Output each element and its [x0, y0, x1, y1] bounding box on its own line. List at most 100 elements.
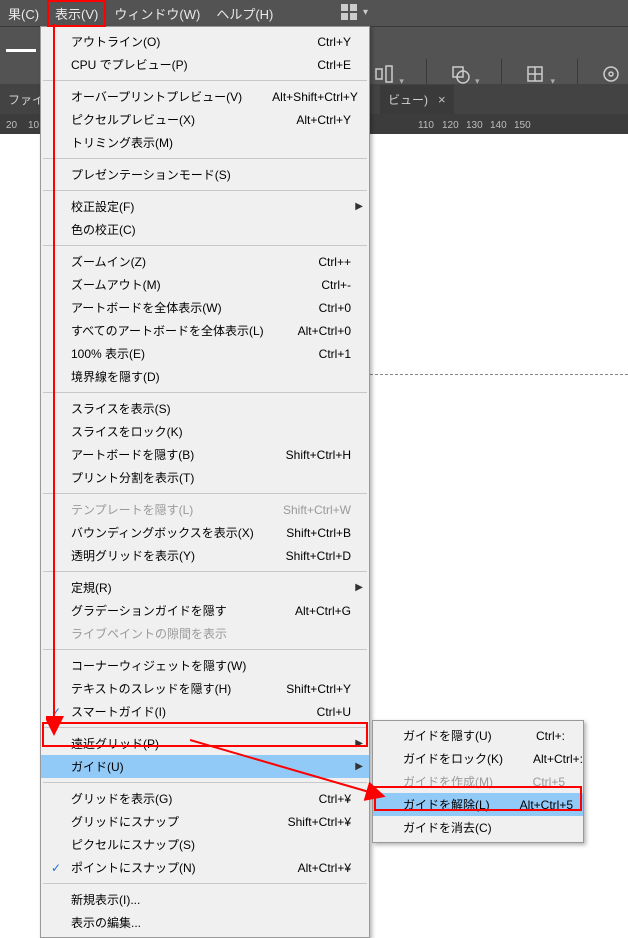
- menu-view-item[interactable]: 遠近グリッド(P)▶: [41, 732, 369, 755]
- align-tool[interactable]: [373, 63, 395, 85]
- menu-view-item[interactable]: 透明グリッドを表示(Y)Shift+Ctrl+D: [41, 544, 369, 567]
- menu-separator: [43, 80, 367, 81]
- menu-item-label: 透明グリッドを表示(Y): [71, 547, 195, 564]
- menu-view-item[interactable]: グリッドを表示(G)Ctrl+¥: [41, 787, 369, 810]
- menu-item-label: CPU でプレビュー(P): [71, 56, 188, 73]
- ruler-label: 10: [28, 120, 39, 131]
- menu-item-label: ガイドを隠す(U): [403, 727, 492, 744]
- menu-separator: [43, 883, 367, 884]
- menu-item-label: テンプレートを隠す(L): [71, 501, 193, 518]
- close-icon[interactable]: ×: [438, 92, 446, 107]
- menu-view-item[interactable]: すべてのアートボードを全体表示(L)Alt+Ctrl+0: [41, 319, 369, 342]
- menu-view-item[interactable]: ズームアウト(M)Ctrl+-: [41, 273, 369, 296]
- menu-item-label: スマートガイド(I): [71, 703, 166, 720]
- menu-item-label: ガイド(U): [71, 758, 124, 775]
- menu-item-label: プリント分割を表示(T): [71, 469, 194, 486]
- menu-view-item[interactable]: アートボードを全体表示(W)Ctrl+0: [41, 296, 369, 319]
- submenu-arrow-icon: ▶: [355, 201, 363, 212]
- menu-view-item[interactable]: ガイド(U)▶: [41, 755, 369, 778]
- submenu-arrow-icon: ▶: [355, 582, 363, 593]
- menu-item-accelerator: Ctrl+Y: [287, 35, 351, 49]
- menu-item-accelerator: Shift+Ctrl+W: [253, 503, 351, 517]
- menu-item-accelerator: Alt+Ctrl+:: [503, 752, 583, 766]
- menu-view-item[interactable]: プリント分割を表示(T): [41, 466, 369, 489]
- menu-view-item[interactable]: スマートガイド(I) Ctrl+U: [41, 700, 369, 723]
- menu-view-item[interactable]: 定規(R) ▶: [41, 576, 369, 599]
- menu-item-label: グリッドにスナップ: [71, 813, 179, 830]
- menu-view-item[interactable]: バウンディングボックスを表示(X)Shift+Ctrl+B: [41, 521, 369, 544]
- menu-item-label: ポイントにスナップ(N): [71, 859, 196, 876]
- menu-view-item[interactable]: グラデーションガイドを隠すAlt+Ctrl+G: [41, 599, 369, 622]
- transform-tool[interactable]: [524, 63, 546, 85]
- menu-view-item[interactable]: スライスを表示(S): [41, 397, 369, 420]
- menu-view-item[interactable]: アートボードを隠す(B)Shift+Ctrl+H: [41, 443, 369, 466]
- menu-item-accelerator: Alt+Shift+Ctrl+Y: [242, 90, 358, 104]
- menubar-item-partial[interactable]: 果(C): [0, 0, 47, 27]
- menubar-item-view[interactable]: 表示(V): [47, 0, 106, 27]
- menu-guide-item[interactable]: ガイドを解除(L)Alt+Ctrl+5: [373, 793, 583, 816]
- menubar-layout-switch[interactable]: ▾: [341, 4, 368, 20]
- menu-item-label: ライブペイントの隙間を表示: [71, 625, 227, 642]
- menu-view-item[interactable]: オーバープリントプレビュー(V)Alt+Shift+Ctrl+Y: [41, 85, 369, 108]
- menu-view-item[interactable]: ポイントにスナップ(N)Alt+Ctrl+¥: [41, 856, 369, 879]
- canvas-guide-line: [370, 374, 628, 375]
- menu-separator: [43, 245, 367, 246]
- menubar-item-help[interactable]: ヘルプ(H): [208, 0, 281, 27]
- chevron-down-icon: ▾: [363, 7, 368, 18]
- menu-view-item[interactable]: 色の校正(C): [41, 218, 369, 241]
- menu-separator: [43, 571, 367, 572]
- menu-item-label: 表示の編集...: [71, 914, 141, 931]
- menu-item-accelerator: Alt+Ctrl+G: [265, 604, 351, 618]
- menu-view-item: ライブペイントの隙間を表示: [41, 622, 369, 645]
- menu-item-label: 境界線を隠す(D): [71, 368, 160, 385]
- menu-view-item[interactable]: グリッドにスナップ Shift+Ctrl+¥: [41, 810, 369, 833]
- menu-view-item[interactable]: ズームイン(Z)Ctrl++: [41, 250, 369, 273]
- menubar-item-window[interactable]: ウィンドウ(W): [106, 0, 208, 27]
- menu-view-item[interactable]: プレゼンテーションモード(S): [41, 163, 369, 186]
- menu-view-item[interactable]: スライスをロック(K): [41, 420, 369, 443]
- menu-view-item[interactable]: テキストのスレッドを隠す(H)Shift+Ctrl+Y: [41, 677, 369, 700]
- menu-view-item[interactable]: トリミング表示(M): [41, 131, 369, 154]
- menu-view-item[interactable]: ピクセルプレビュー(X)Alt+Ctrl+Y: [41, 108, 369, 131]
- shape-tool[interactable]: [449, 63, 471, 85]
- menu-item-label: ガイドを解除(L): [403, 796, 490, 813]
- menu-item-label: グリッドを表示(G): [71, 790, 172, 807]
- menu-item-accelerator: Shift+Ctrl+¥: [258, 815, 351, 829]
- menu-guide-item[interactable]: ガイドをロック(K)Alt+Ctrl+:: [373, 747, 583, 770]
- menu-view-item[interactable]: アウトライン(O) Ctrl+Y: [41, 30, 369, 53]
- menu-item-label: スライスをロック(K): [71, 423, 183, 440]
- menu-item-accelerator: Alt+Ctrl+5: [490, 798, 573, 812]
- menu-item-label: ガイドを消去(C): [403, 819, 492, 836]
- menu-item-label: スライスを表示(S): [71, 400, 171, 417]
- menu-item-label: 定規(R): [71, 579, 112, 596]
- ruler-label: 140: [490, 120, 507, 131]
- doc-tab-active[interactable]: ビュー) ×: [380, 85, 454, 114]
- menu-view-item: テンプレートを隠す(L) Shift+Ctrl+W: [41, 498, 369, 521]
- menu-item-accelerator: Shift+Ctrl+B: [256, 526, 351, 540]
- menu-item-label: テキストのスレッドを隠す(H): [71, 680, 231, 697]
- menu-item-label: ズームアウト(M): [71, 276, 161, 293]
- menu-view-item[interactable]: ピクセルにスナップ(S): [41, 833, 369, 856]
- stroke-preview[interactable]: [6, 49, 36, 52]
- menu-separator: [43, 493, 367, 494]
- menu-separator: [43, 649, 367, 650]
- menu-view-item[interactable]: 表示の編集...: [41, 911, 369, 934]
- menu-view-item[interactable]: コーナーウィジェットを隠す(W): [41, 654, 369, 677]
- isolate-tool[interactable]: [600, 63, 622, 85]
- menu-guide-item[interactable]: ガイドを消去(C): [373, 816, 583, 839]
- menu-view-item[interactable]: 境界線を隠す(D): [41, 365, 369, 388]
- ruler-label: 110: [418, 120, 434, 131]
- menu-item-label: トリミング表示(M): [71, 134, 173, 151]
- ruler-label: 20: [6, 120, 17, 131]
- menu-item-label: ガイドをロック(K): [403, 750, 503, 767]
- menu-item-label: アウトライン(O): [71, 33, 160, 50]
- menu-item-label: 新規表示(I)...: [71, 891, 140, 908]
- menu-view-item[interactable]: 新規表示(I)...: [41, 888, 369, 911]
- menu-view-item[interactable]: CPU でプレビュー(P)Ctrl+E: [41, 53, 369, 76]
- menu-view-item[interactable]: 校正設定(F)▶: [41, 195, 369, 218]
- menu-view-item[interactable]: 100% 表示(E)Ctrl+1: [41, 342, 369, 365]
- menu-guide-item[interactable]: ガイドを隠す(U)Ctrl+:: [373, 724, 583, 747]
- menu-view-dropdown: アウトライン(O) Ctrl+Y CPU でプレビュー(P)Ctrl+E オーバープリ…: [40, 26, 370, 938]
- menu-item-label: すべてのアートボードを全体表示(L): [71, 322, 264, 339]
- menu-item-accelerator: Ctrl+U: [287, 705, 351, 719]
